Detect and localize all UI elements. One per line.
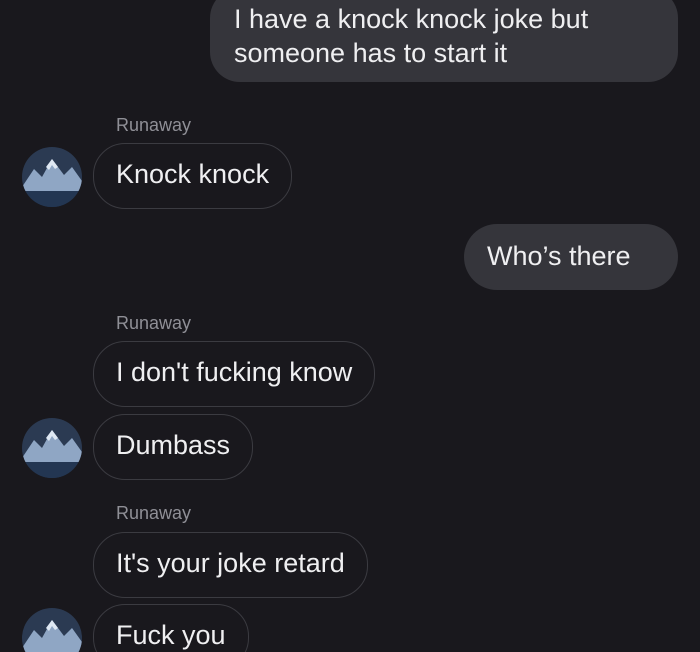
outgoing-message-bubble[interactable]: Who’s there [464, 224, 678, 290]
incoming-message-bubble[interactable]: Fuck you [93, 604, 249, 652]
outgoing-message-bubble[interactable]: I have a knock knock joke but someone ha… [210, 0, 678, 82]
message-text: Who’s there [487, 241, 631, 271]
chat-thread: I have a knock knock joke but someone ha… [0, 0, 700, 652]
message-text: Knock knock [116, 159, 270, 189]
incoming-message-bubble[interactable]: It's your joke retard [93, 532, 368, 598]
mountain-avatar-icon[interactable] [22, 147, 82, 207]
message-text: Fuck you [116, 620, 226, 650]
mountain-avatar-icon[interactable] [22, 608, 82, 652]
mountain-avatar-icon[interactable] [22, 418, 82, 478]
incoming-message-bubble[interactable]: Dumbass [93, 414, 254, 480]
message-text: Dumbass [116, 430, 231, 460]
message-text: I don't fucking know [116, 357, 353, 387]
message-text: It's your joke retard [116, 548, 345, 578]
sender-name: Runaway [116, 503, 192, 523]
sender-name: Runaway [116, 115, 192, 135]
sender-name: Runaway [116, 313, 192, 333]
message-text: I have a knock knock joke but someone ha… [234, 4, 589, 68]
incoming-message-bubble[interactable]: I don't fucking know [93, 341, 376, 407]
incoming-message-bubble[interactable]: Knock knock [93, 143, 293, 209]
